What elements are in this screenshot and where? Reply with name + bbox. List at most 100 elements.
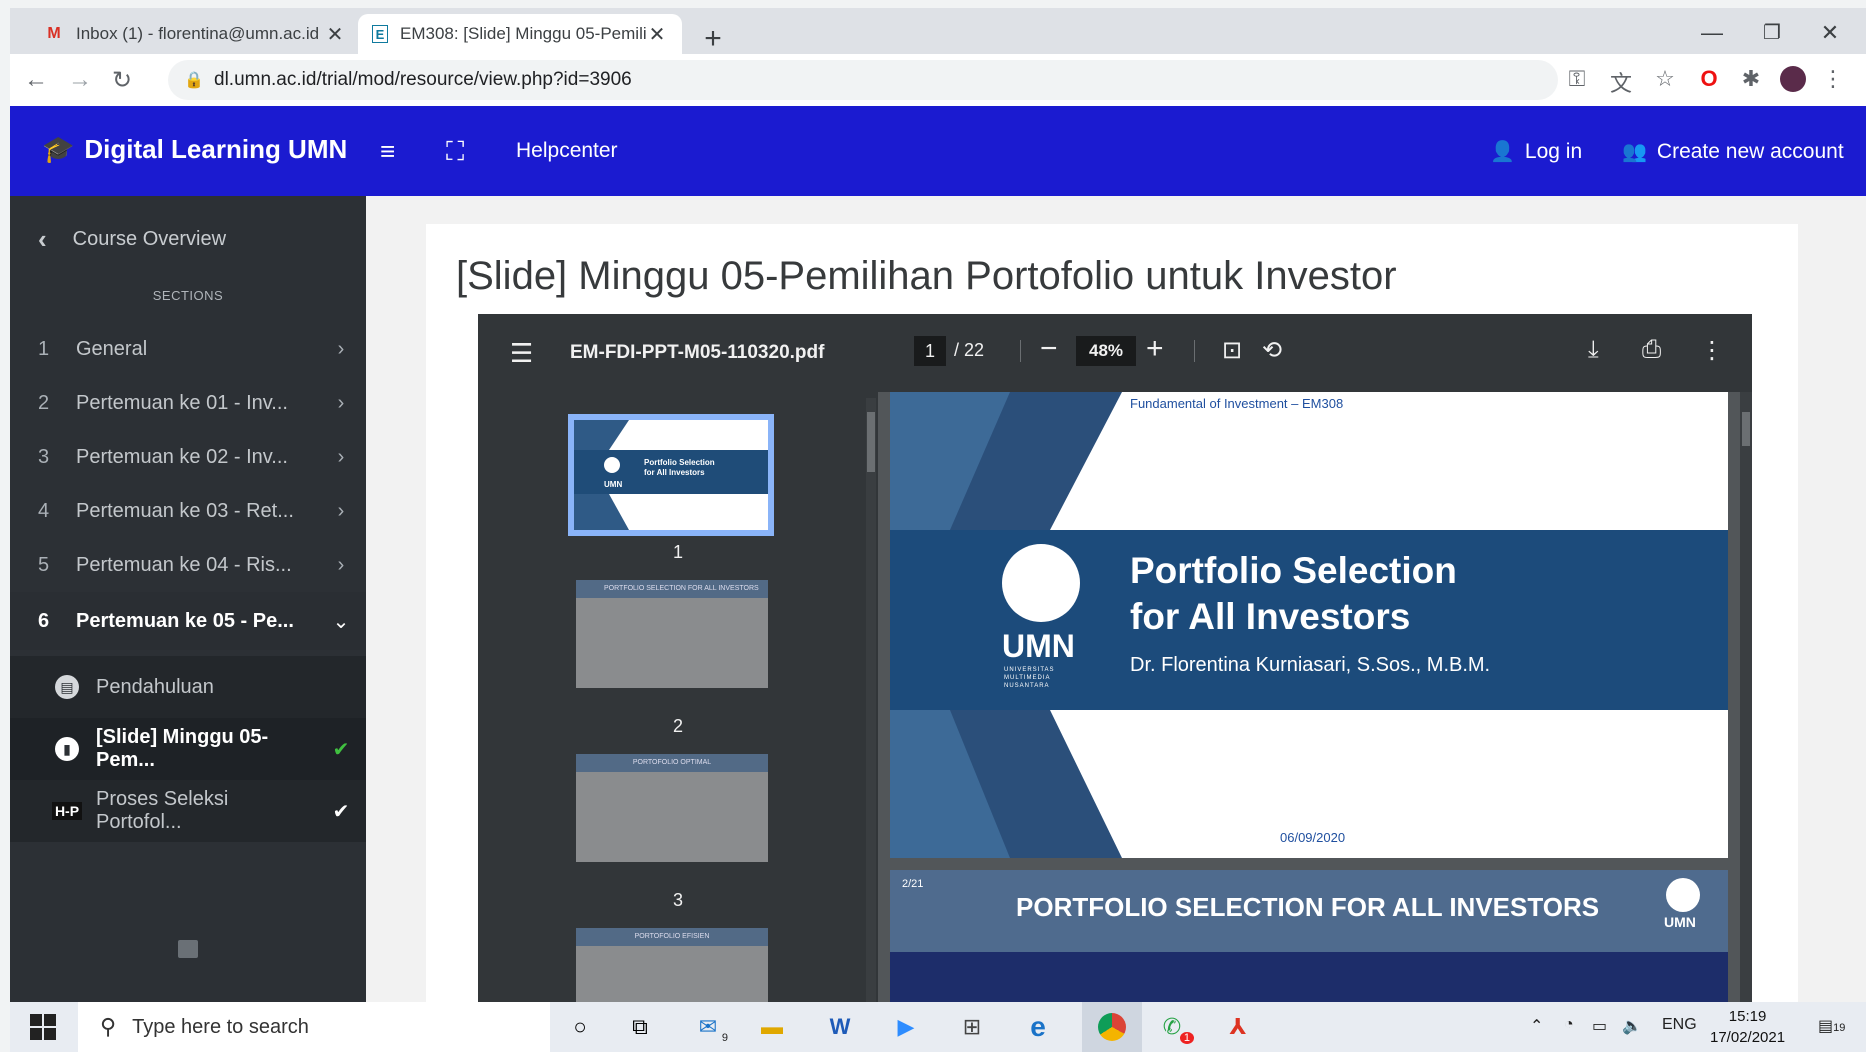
section-label: Pertemuan ke 04 - Ris...: [76, 553, 292, 576]
svg-text:for All Investors: for All Investors: [644, 468, 705, 477]
tab-gmail[interactable]: M Inbox (1) - florentina@umn.ac.id ✕: [30, 14, 360, 54]
sidebar-toggle-icon[interactable]: ☰: [510, 338, 533, 369]
notifications-icon[interactable]: ▤19: [1818, 1016, 1845, 1036]
section-number: 2: [38, 391, 50, 414]
translate-icon[interactable]: 文: [1606, 66, 1636, 98]
zoom-level[interactable]: 48%: [1076, 336, 1136, 366]
fit-page-icon[interactable]: ⊡: [1222, 336, 1242, 365]
acrobat-app-icon[interactable]: ⅄: [1220, 1012, 1256, 1042]
battery-icon[interactable]: ▭: [1592, 1016, 1607, 1036]
lock-icon: 🔒: [184, 72, 204, 89]
hamburger-menu-icon[interactable]: ≡: [380, 136, 395, 167]
mail-app-icon[interactable]: ✉ 9: [690, 1012, 728, 1044]
graduation-cap-icon: 🎓: [42, 134, 75, 164]
brand-name: Digital Learning UMN: [84, 134, 348, 164]
rotate-icon[interactable]: ⟲: [1262, 336, 1282, 365]
task-view-icon[interactable]: ⧉: [622, 1012, 658, 1042]
store-app-icon[interactable]: ⊞: [954, 1012, 990, 1042]
sidebar-section-2[interactable]: 2 Pertemuan ke 01 - Inv... ›: [10, 374, 366, 432]
zoom-app-icon[interactable]: ▶: [888, 1012, 924, 1042]
taskbar-clock[interactable]: 15:19 17/02/2021: [1710, 1006, 1785, 1048]
pdf-scrollbar[interactable]: [1740, 392, 1752, 1004]
course-overview-link[interactable]: ‹ Course Overview: [38, 224, 226, 255]
section-label: General: [76, 337, 148, 360]
file-explorer-icon[interactable]: ▬: [754, 1012, 790, 1042]
chrome-app-icon[interactable]: [1082, 1002, 1142, 1052]
thumbnail-page-3[interactable]: PORTOFOLIO OPTIMAL: [576, 754, 768, 862]
tab-course[interactable]: E EM308: [Slide] Minggu 05-Pemilihan Por…: [358, 14, 682, 54]
pdf-toolbar: ☰ EM-FDI-PPT-M05-110320.pdf 1 / 22 − 48%…: [478, 314, 1752, 392]
sidebar-section-3[interactable]: 3 Pertemuan ke 02 - Inv... ›: [10, 428, 366, 486]
create-account-link[interactable]: 👥 Create new account: [1622, 139, 1844, 164]
activity-pendahuluan[interactable]: ▤ Pendahuluan: [10, 656, 366, 718]
page-number-input[interactable]: 1: [914, 336, 946, 366]
sidebar-section-5[interactable]: 5 Pertemuan ke 04 - Ris... ›: [10, 536, 366, 594]
thumbnail-scrollbar[interactable]: [866, 398, 876, 1004]
slide-title-line-2: for All Investors: [1130, 596, 1411, 637]
cortana-icon[interactable]: ○: [562, 1012, 598, 1042]
zoom-out-button[interactable]: −: [1040, 332, 1058, 366]
sidebar-section-4[interactable]: 4 Pertemuan ke 03 - Ret... ›: [10, 482, 366, 540]
star-icon[interactable]: ☆: [1650, 66, 1680, 92]
key-icon[interactable]: ⚿: [1562, 66, 1592, 92]
sidebar-section-1[interactable]: 1 General ›: [10, 320, 366, 378]
archive-icon[interactable]: [178, 940, 198, 958]
more-menu-icon[interactable]: ⋮: [1818, 66, 1848, 92]
site-brand[interactable]: 🎓 Digital Learning UMN: [42, 134, 347, 165]
close-icon[interactable]: ✕: [646, 22, 668, 47]
download-icon[interactable]: ⤓: [1588, 336, 1599, 364]
new-tab-button[interactable]: +: [698, 22, 728, 56]
thumbnail-page-4[interactable]: PORTOFOLIO EFISIEN: [576, 928, 768, 1004]
slide-course-label: Fundamental of Investment – EM308: [1130, 396, 1344, 411]
slide-date: 06/09/2020: [1280, 830, 1346, 845]
chevron-right-icon: ›: [337, 499, 345, 522]
profile-avatar[interactable]: [1778, 66, 1808, 98]
sidebar-section-6[interactable]: 6 Pertemuan ke 05 - Pe... ⌄: [10, 592, 366, 650]
minimize-button[interactable]: —: [1692, 20, 1732, 46]
section-number: 3: [38, 445, 50, 468]
activity-proses-seleksi[interactable]: H-P Proses Seleksi Portofol... ✔: [10, 780, 366, 842]
course-sidebar: ‹ Course Overview SECTIONS 1 General › 2…: [10, 196, 366, 1002]
windows-start-icon[interactable]: [30, 1014, 56, 1040]
more-options-icon[interactable]: ⋮: [1700, 336, 1724, 365]
taskbar-search[interactable]: ⚲ Type here to search: [78, 1002, 550, 1052]
back-arrow-icon[interactable]: ←: [20, 66, 52, 94]
add-user-icon: 👥: [1622, 141, 1647, 163]
word-app-icon[interactable]: W: [822, 1012, 858, 1042]
pdf-viewer: ☰ EM-FDI-PPT-M05-110320.pdf 1 / 22 − 48%…: [478, 314, 1752, 1004]
zoom-in-button[interactable]: +: [1146, 332, 1164, 366]
tray-chevron-up-icon[interactable]: ⌃: [1530, 1016, 1543, 1036]
section-label: Pertemuan ke 02 - Inv...: [76, 445, 288, 468]
volume-icon[interactable]: 🔈: [1622, 1016, 1642, 1036]
page-title: [Slide] Minggu 05-Pemilihan Portofolio u…: [456, 254, 1397, 298]
clock-date: 17/02/2021: [1710, 1029, 1786, 1046]
close-icon[interactable]: ✕: [324, 22, 346, 47]
whatsapp-app-icon[interactable]: ✆ 1: [1154, 1012, 1194, 1044]
thumbnail-page-1[interactable]: UMN Portfolio Selection for All Investor…: [568, 414, 774, 536]
check-icon: ✔: [332, 800, 350, 823]
restore-button[interactable]: ❐: [1752, 20, 1792, 45]
edge-app-icon[interactable]: e: [1020, 1011, 1056, 1042]
signup-label: Create new account: [1656, 139, 1844, 163]
window-close-button[interactable]: ✕: [1810, 20, 1850, 46]
pdf-page-1: Fundamental of Investment – EM308 UMN UN…: [890, 392, 1728, 858]
address-bar[interactable]: 🔒 dl.umn.ac.id/trial/mod/resource/view.p…: [168, 60, 1558, 100]
notification-badge: 19: [1833, 1022, 1846, 1034]
extensions-puzzle-icon[interactable]: ✱: [1736, 66, 1766, 92]
thumbnail-page-2[interactable]: PORTFOLIO SELECTION FOR ALL INVESTORS: [576, 580, 768, 688]
network-icon[interactable]: ◔: [1564, 1016, 1574, 1034]
language-indicator[interactable]: ENG: [1662, 1016, 1697, 1034]
chevron-right-icon: ›: [337, 445, 345, 468]
fullscreen-icon[interactable]: ⛶: [446, 136, 464, 168]
reload-icon[interactable]: ↻: [106, 66, 138, 95]
helpcenter-link[interactable]: Helpcenter: [516, 139, 618, 163]
activity-slide-minggu-05[interactable]: ▮ [Slide] Minggu 05-Pem... ✔: [10, 718, 366, 780]
thumbnail-heading: PORTOFOLIO OPTIMAL: [576, 754, 768, 772]
opera-icon[interactable]: O: [1694, 66, 1724, 92]
print-icon[interactable]: ⎙: [1642, 336, 1661, 364]
toolbar-divider: [1194, 340, 1195, 362]
section-number: 1: [38, 337, 50, 360]
tab-title: Inbox (1) - florentina@umn.ac.id: [76, 24, 320, 43]
login-link[interactable]: 👤 Log in: [1490, 139, 1582, 164]
forward-arrow-icon[interactable]: →: [64, 66, 96, 94]
